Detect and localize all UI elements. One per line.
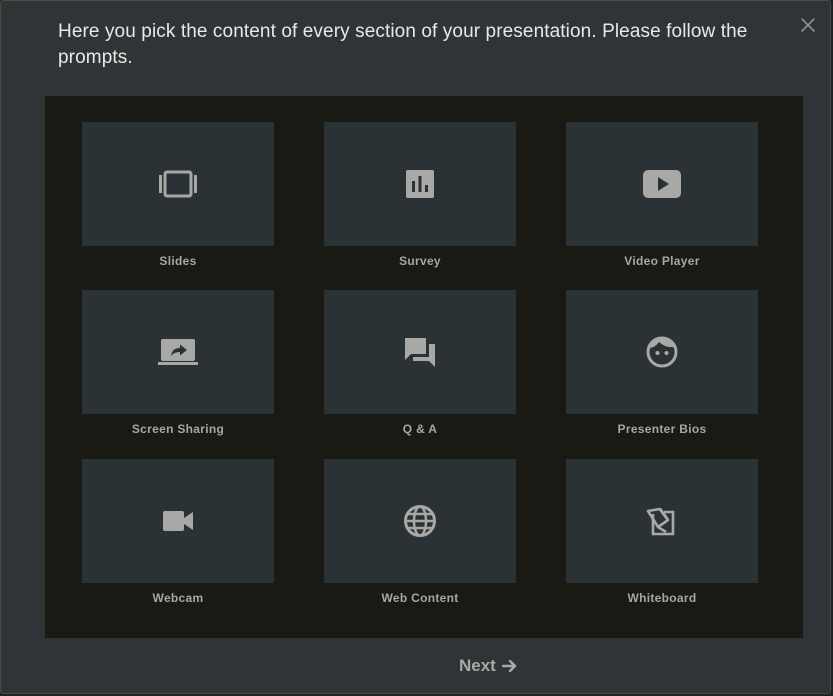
slides-icon xyxy=(158,170,198,198)
next-label: Next xyxy=(459,656,496,676)
bar-chart-icon xyxy=(405,169,435,199)
next-button[interactable]: Next xyxy=(459,653,518,679)
tile-presenter-bios[interactable]: Presenter Bios xyxy=(566,290,758,436)
tile-label: Presenter Bios xyxy=(566,422,758,436)
whiteboard-icon xyxy=(646,506,678,536)
tile-label: Screen Sharing xyxy=(82,422,274,436)
instructions-text: Here you pick the content of every secti… xyxy=(58,19,798,71)
tile-box xyxy=(82,459,274,583)
tile-label: Webcam xyxy=(82,591,274,605)
content-picker-dialog: Here you pick the content of every secti… xyxy=(0,0,831,694)
play-icon xyxy=(642,169,682,199)
tile-box xyxy=(82,122,274,246)
tile-whiteboard[interactable]: Whiteboard xyxy=(566,459,758,605)
chat-bubbles-icon xyxy=(403,336,437,368)
close-icon xyxy=(798,15,818,35)
video-camera-icon xyxy=(162,510,194,532)
tile-web-content[interactable]: Web Content xyxy=(324,459,516,605)
tile-q-and-a[interactable]: Q & A xyxy=(324,290,516,436)
screen-share-icon xyxy=(158,338,198,366)
tile-label: Web Content xyxy=(324,591,516,605)
tile-survey[interactable]: Survey xyxy=(324,122,516,268)
tile-box xyxy=(82,290,274,414)
tile-label: Q & A xyxy=(324,422,516,436)
globe-icon xyxy=(403,504,437,538)
tile-box xyxy=(324,290,516,414)
tile-video-player[interactable]: Video Player xyxy=(566,122,758,268)
tile-box xyxy=(566,290,758,414)
tile-box xyxy=(324,459,516,583)
arrow-right-icon xyxy=(502,658,518,674)
tile-screen-sharing[interactable]: Screen Sharing xyxy=(82,290,274,436)
face-icon xyxy=(645,335,679,369)
close-button[interactable] xyxy=(798,15,818,35)
tile-label: Slides xyxy=(82,254,274,268)
tile-webcam[interactable]: Webcam xyxy=(82,459,274,605)
tile-box xyxy=(566,459,758,583)
tile-slides[interactable]: Slides xyxy=(82,122,274,268)
tile-box xyxy=(324,122,516,246)
tile-box xyxy=(566,122,758,246)
tile-label: Whiteboard xyxy=(566,591,758,605)
section-grid: Slides Survey Video Player xyxy=(45,96,803,638)
tile-label: Survey xyxy=(324,254,516,268)
tile-label: Video Player xyxy=(566,254,758,268)
